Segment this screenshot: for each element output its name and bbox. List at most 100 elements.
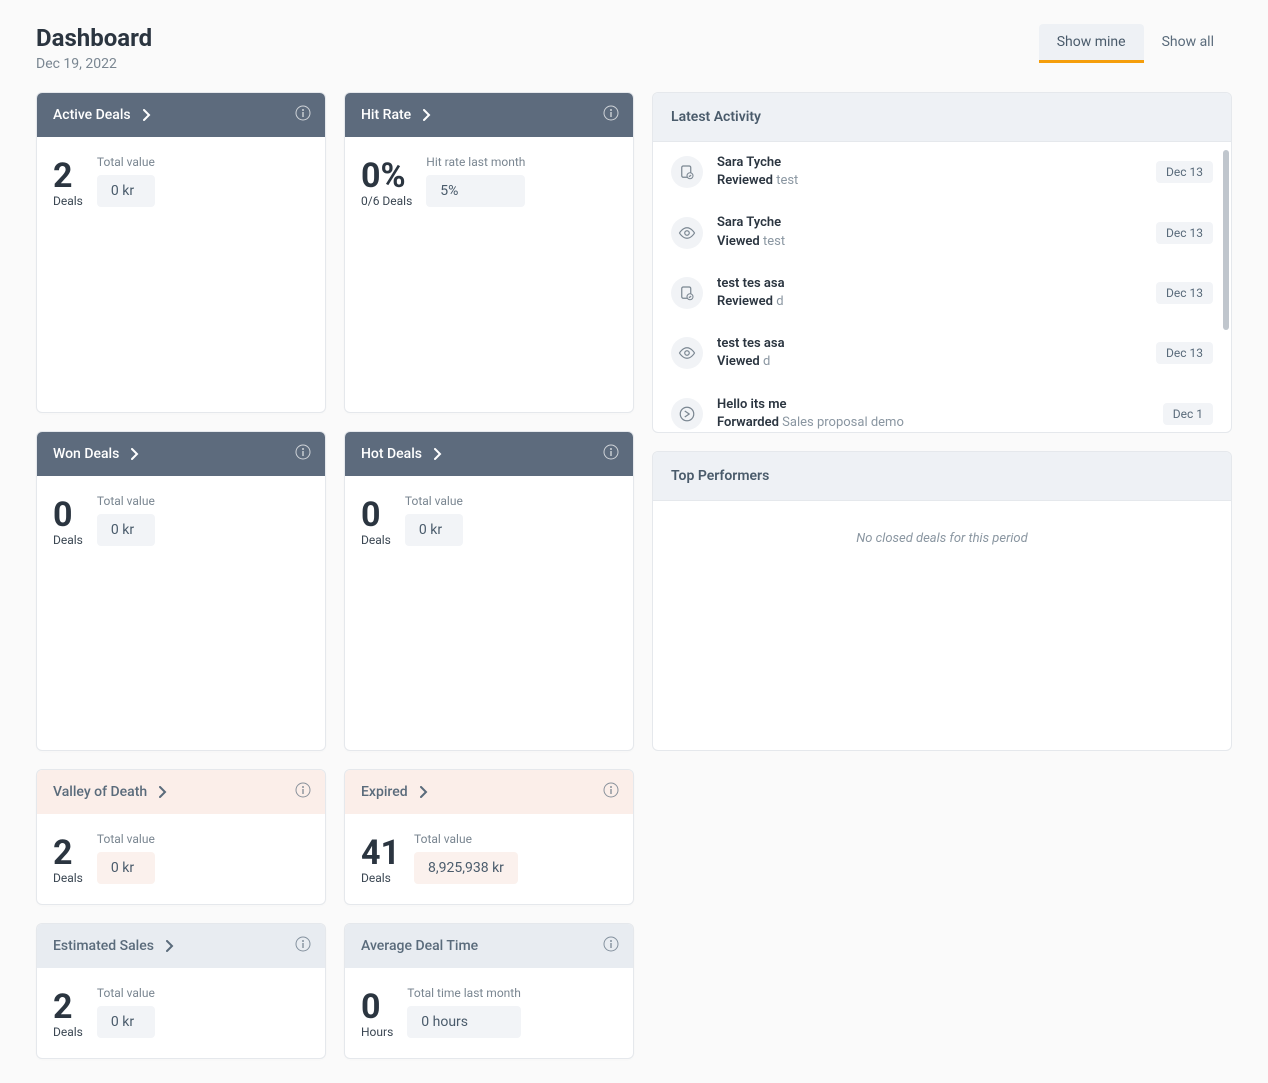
sub-label: Total value (414, 832, 518, 846)
page-header: Dashboard Dec 19, 2022 Show mine Show al… (36, 24, 1232, 72)
sub-value: 0 kr (97, 175, 155, 207)
card-header-estimated-sales[interactable]: Estimated Sales (37, 924, 325, 968)
activity-person: test tes asa (717, 335, 1142, 353)
big-count: 41 (361, 836, 400, 870)
big-count: 0 (361, 498, 391, 532)
activity-action: Forwarded (717, 415, 779, 430)
activity-person: Sara Tyche (717, 154, 1142, 172)
card-header-expired[interactable]: Expired (345, 770, 633, 814)
sub-label: Hit rate last month (426, 155, 525, 169)
sub-label: Total value (405, 494, 463, 508)
big-count: 0% (361, 159, 412, 193)
card-won-deals: Won Deals 0 Deals Total value 0 kr (36, 431, 326, 752)
panel-header: Top Performers (653, 452, 1231, 501)
card-estimated-sales: Estimated Sales 2 Deals Total value 0 kr (36, 923, 326, 1059)
scrollbar[interactable] (1223, 150, 1229, 330)
tab-show-all[interactable]: Show all (1144, 24, 1232, 63)
info-icon[interactable] (603, 444, 619, 460)
card-avg-deal-time: Average Deal Time 0 Hours Total time las… (344, 923, 634, 1059)
chevron-right-icon (131, 448, 139, 460)
info-icon[interactable] (295, 444, 311, 460)
forwarded-icon (671, 398, 703, 430)
reviewed-icon (671, 277, 703, 309)
activity-target: d (776, 294, 783, 309)
sub-value: 0 kr (97, 1006, 155, 1038)
activity-person: test tes asa (717, 275, 1142, 293)
big-unit: Deals (53, 534, 83, 546)
card-title: Expired (361, 784, 408, 800)
activity-item[interactable]: test tes asaReviewed d Dec 13 (653, 263, 1231, 323)
card-header-active-deals[interactable]: Active Deals (37, 93, 325, 137)
page-title: Dashboard (36, 24, 152, 52)
activity-item[interactable]: Sara TycheReviewed test Dec 13 (653, 142, 1231, 202)
sub-value: 5% (426, 175, 525, 207)
card-title: Average Deal Time (361, 938, 478, 954)
big-unit: 0/6 Deals (361, 195, 412, 207)
sub-label: Total time last month (407, 986, 521, 1000)
big-count: 0 (53, 498, 83, 532)
info-icon[interactable] (295, 105, 311, 121)
activity-date: Dec 1 (1163, 403, 1213, 425)
card-header-won-deals[interactable]: Won Deals (37, 432, 325, 476)
chevron-right-icon (420, 786, 428, 798)
card-title: Hot Deals (361, 446, 422, 462)
sub-value: 8,925,938 kr (414, 852, 518, 884)
card-expired: Expired 41 Deals Total value 8,925,938 k… (344, 769, 634, 905)
panel-latest-activity: Latest Activity Sara TycheReviewed testD… (652, 92, 1232, 433)
page-date: Dec 19, 2022 (36, 56, 152, 72)
activity-date: Dec 13 (1156, 342, 1213, 364)
info-icon[interactable] (603, 782, 619, 798)
sub-label: Total value (97, 986, 155, 1000)
info-icon[interactable] (603, 936, 619, 952)
card-header-hot-deals[interactable]: Hot Deals (345, 432, 633, 476)
activity-action: Viewed (717, 354, 760, 369)
activity-item[interactable]: Sara Tyche Viewed test Dec 13 (653, 202, 1231, 262)
sub-value: 0 kr (97, 852, 155, 884)
activity-date: Dec 13 (1156, 282, 1213, 304)
tab-show-mine[interactable]: Show mine (1039, 24, 1144, 63)
card-title: Valley of Death (53, 784, 147, 800)
info-icon[interactable] (603, 105, 619, 121)
panel-top-performers: Top Performers No closed deals for this … (652, 451, 1232, 751)
card-title: Active Deals (53, 107, 131, 123)
sub-value: 0 kr (405, 514, 463, 546)
reviewed-icon (671, 156, 703, 188)
card-hit-rate: Hit Rate 0% 0/6 Deals Hit rate last mont… (344, 92, 634, 413)
sub-label: Total value (97, 155, 155, 169)
activity-target: d (763, 354, 770, 369)
card-header-avg-deal-time[interactable]: Average Deal Time (345, 924, 633, 968)
big-count: 0 (361, 990, 393, 1024)
card-title: Estimated Sales (53, 938, 154, 954)
card-hot-deals: Hot Deals 0 Deals Total value 0 kr (344, 431, 634, 752)
sub-value: 0 kr (97, 514, 155, 546)
chevron-right-icon (143, 109, 151, 121)
sub-label: Total value (97, 832, 155, 846)
big-count: 2 (53, 836, 83, 870)
empty-message: No closed deals for this period (653, 501, 1231, 576)
activity-target: Sales proposal demo (782, 415, 904, 430)
big-count: 2 (53, 159, 83, 193)
chevron-right-icon (423, 109, 431, 121)
activity-date: Dec 13 (1156, 222, 1213, 244)
activity-person: Sara Tyche (717, 214, 1142, 232)
viewed-icon (671, 337, 703, 369)
card-title: Won Deals (53, 446, 119, 462)
card-valley-of-death: Valley of Death 2 Deals Total value 0 kr (36, 769, 326, 905)
activity-action: Reviewed (717, 173, 773, 188)
activity-action: Viewed (717, 234, 760, 249)
card-header-hit-rate[interactable]: Hit Rate (345, 93, 633, 137)
activity-item[interactable]: test tes asaViewed d Dec 13 (653, 323, 1231, 383)
activity-item[interactable]: Hello its meForwarded Sales proposal dem… (653, 384, 1231, 433)
activity-target: test (763, 234, 785, 249)
info-icon[interactable] (295, 782, 311, 798)
activity-target: test (776, 173, 798, 188)
card-header-valley-of-death[interactable]: Valley of Death (37, 770, 325, 814)
big-unit: Deals (361, 872, 400, 884)
activity-date: Dec 13 (1156, 161, 1213, 183)
activity-list[interactable]: Sara TycheReviewed testDec 13Sara TycheV… (653, 142, 1231, 432)
info-icon[interactable] (295, 936, 311, 952)
activity-action: Reviewed (717, 294, 773, 309)
big-unit: Deals (361, 534, 391, 546)
sub-value: 0 hours (407, 1006, 521, 1038)
chevron-right-icon (166, 940, 174, 952)
